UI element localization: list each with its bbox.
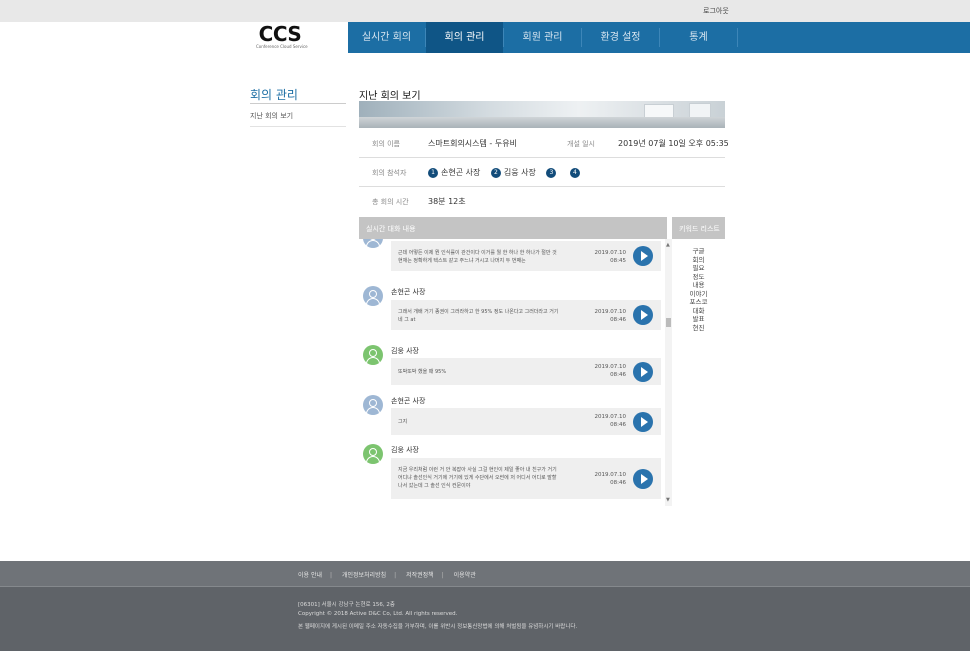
- keyword-header: 키워드 리스트: [672, 217, 725, 239]
- footer-info: [06301] 서울시 강남구 논현로 156, 2층 Copyright © …: [0, 586, 970, 651]
- participant-name: 손현곤 사장: [441, 168, 481, 177]
- participant-name: 김웅 사장: [503, 168, 536, 177]
- speaker-name: 김웅 사장: [391, 446, 419, 454]
- keyword-item[interactable]: 현진: [672, 324, 725, 333]
- nav-item-meeting-management[interactable]: 회의 관리: [426, 22, 503, 53]
- speaker-avatar: [363, 239, 383, 248]
- duration-value: 38분 12초: [428, 197, 466, 206]
- sidebar-divider: [250, 126, 346, 127]
- meeting-info-row: 회의 이름 스마트회의시스템 - 두유비 개설 일시 2019년 07월 10일…: [359, 129, 729, 158]
- nav-item-statistics[interactable]: 통계: [660, 22, 737, 53]
- scroll-down-icon[interactable]: ▼: [666, 497, 670, 503]
- footer-address: [06301] 서울시 강남구 논현로 156, 2층: [298, 602, 395, 608]
- message-bubble: 지금 우리처럼 이런 거 안 복잡아 사실 그걸 현인이 제일 좋아 내 친구가…: [391, 458, 661, 499]
- message-time: 2019.07.10 08:46: [594, 472, 627, 486]
- chat-header: 실시간 대화 내용: [359, 217, 667, 239]
- participant-badge: 2: [490, 167, 501, 178]
- message-time: 2019.07.10 08:46: [594, 414, 627, 428]
- opened-at-label: 개설 일시: [567, 140, 595, 148]
- message-text: 지금 우리처럼 이런 거 안 복잡아 사실 그걸 현인이 제일 좋아 내 친구가…: [398, 467, 557, 489]
- chat-scrollbar[interactable]: ▲ ▼: [665, 239, 672, 506]
- main-nav: 실시간 회의 회의 관리 회원 관리 환경 설정 통계: [348, 22, 970, 53]
- message-time: 2019.07.10 08:46: [594, 364, 627, 378]
- message-text: 그래서 개배 거기 종권이 그러라하고 한 95% 정도 나온다고 그러더라고 …: [398, 309, 559, 323]
- speaker-avatar: [363, 444, 383, 464]
- message-text: 또박또박 했을 때 95%: [398, 369, 447, 375]
- keyword-item[interactable]: 내용: [672, 281, 725, 290]
- speaker-name: 손현곤 사장: [391, 288, 426, 296]
- footer-link-usage-guide[interactable]: 이용 안내: [298, 572, 322, 579]
- participant-badge: 4: [569, 167, 580, 178]
- play-button[interactable]: [633, 305, 653, 325]
- keyword-item[interactable]: 이야기: [672, 290, 725, 299]
- message-bubble: 근데 어떻든 이제 뭔 인식률이 관건이다 이거를 뭘 한 하나 한 하나가 절…: [391, 241, 661, 271]
- footer-links-bar: 이용 안내 | 개인정보처리방침 | 저작권정책 | 이용약관: [0, 561, 970, 586]
- play-button[interactable]: [633, 412, 653, 432]
- duration-row: 총 회의 시간 38분 12초: [359, 187, 725, 216]
- top-utility-bar: 로그아웃: [0, 0, 970, 22]
- speaker-avatar: [363, 286, 383, 306]
- nav-item-realtime-meeting[interactable]: 실시간 회의: [348, 22, 425, 53]
- message-time: 2019.07.10 08:46: [594, 309, 627, 323]
- participant-badge: 1: [428, 167, 438, 178]
- participants-label: 회의 참석자: [372, 169, 407, 177]
- meeting-name-value: 스마트회의시스템 - 두유비: [428, 139, 517, 148]
- keyword-list: 구글 회의 필요 정도 내용 이야기 포스코 대화 발표 현진: [672, 247, 725, 332]
- play-button[interactable]: [633, 469, 653, 489]
- message-text: 그지: [398, 419, 408, 425]
- play-button[interactable]: [633, 362, 653, 382]
- scroll-thumb[interactable]: [666, 318, 671, 327]
- message-bubble: 그지 2019.07.10 08:46: [391, 408, 661, 435]
- play-button[interactable]: [633, 246, 653, 266]
- header-banner-image: [359, 101, 725, 128]
- sidebar-title: 회의 관리: [250, 88, 298, 102]
- message-bubble: 또박또박 했을 때 95% 2019.07.10 08:46: [391, 358, 661, 385]
- keyword-item[interactable]: 대화: [672, 307, 725, 316]
- footer-link-terms[interactable]: 이용약관: [454, 572, 476, 579]
- logo[interactable]: CCS Conference Cloud Service: [256, 22, 308, 49]
- keyword-header-label: 키워드 리스트: [679, 225, 720, 233]
- footer-notice: 본 웹페이지에 게시된 이메일 주소 자동수집을 거부하며, 이를 위반시 정보…: [298, 624, 578, 630]
- chat-transcript[interactable]: 근데 어떻든 이제 뭔 인식률이 관건이다 이거를 뭘 한 하나 한 하나가 절…: [359, 239, 667, 506]
- message-time: 2019.07.10 08:45: [594, 250, 627, 264]
- message-text: 근데 어떻든 이제 뭔 인식률이 관건이다 이거를 뭘 한 하나 한 하나가 절…: [398, 250, 557, 264]
- keyword-item[interactable]: 포스코: [672, 298, 725, 307]
- nav-item-member-management[interactable]: 회원 관리: [504, 22, 581, 53]
- keyword-item[interactable]: 정도: [672, 273, 725, 282]
- page-title: 지난 회의 보기: [359, 91, 421, 102]
- footer-copyright: Copyright © 2018 Active D&C Co, Ltd. All…: [298, 611, 458, 617]
- footer-link-privacy[interactable]: 개인정보처리방침: [342, 572, 386, 579]
- footer-link-copyright[interactable]: 저작권정책: [406, 572, 434, 579]
- nav-divider: [737, 28, 738, 47]
- speaker-avatar: [363, 395, 383, 415]
- opened-at-value: 2019년 07월 10일 오후 05:35: [618, 139, 729, 148]
- participant-badge: 3: [546, 167, 557, 178]
- participants-row: 회의 참석자 1 손현곤 사장 2 김웅 사장 3 4: [359, 158, 725, 187]
- nav-item-settings[interactable]: 환경 설정: [582, 22, 659, 53]
- scroll-up-icon[interactable]: ▲: [666, 242, 670, 248]
- logo-subtitle: Conference Cloud Service: [256, 44, 308, 49]
- chat-header-label: 실시간 대화 내용: [366, 225, 416, 233]
- duration-label: 총 회의 시간: [372, 198, 409, 206]
- speaker-avatar: [363, 345, 383, 365]
- keyword-item[interactable]: 발표: [672, 315, 725, 324]
- speaker-name: 손현곤 사장: [391, 397, 426, 405]
- footer-links: 이용 안내 | 개인정보처리방침 | 저작권정책 | 이용약관: [298, 572, 476, 579]
- keyword-item[interactable]: 필요: [672, 264, 725, 273]
- sidebar-item-past-meetings[interactable]: 지난 회의 보기: [250, 111, 293, 121]
- meeting-name-label: 회의 이름: [372, 140, 400, 148]
- logout-link[interactable]: 로그아웃: [703, 6, 729, 16]
- participants-list: 1 손현곤 사장 2 김웅 사장 3 4: [428, 167, 591, 178]
- logo-title: CCS: [258, 22, 302, 46]
- sidebar-divider: [250, 103, 346, 104]
- speaker-name: 김웅 사장: [391, 347, 419, 355]
- message-bubble: 그래서 개배 거기 종권이 그러라하고 한 95% 정도 나온다고 그러더라고 …: [391, 300, 661, 330]
- keyword-item[interactable]: 회의: [672, 256, 725, 265]
- keyword-item[interactable]: 구글: [672, 247, 725, 256]
